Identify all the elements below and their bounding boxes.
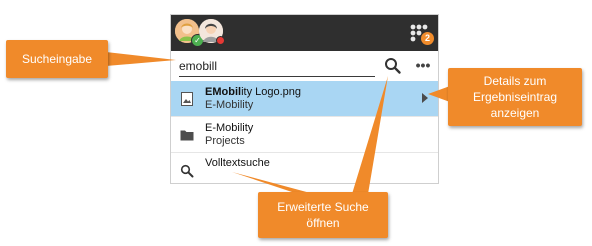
callout-pointer-fulltext bbox=[232, 172, 314, 194]
callout-advanced-line1: Erweiterte Suche bbox=[277, 200, 369, 214]
callout-advanced-search: Erweiterte Suche öffnen bbox=[258, 192, 388, 238]
callout-pointer-advanced bbox=[352, 76, 388, 194]
callout-details-line1: Details zum bbox=[483, 74, 547, 88]
callout-search-input: Sucheingabe bbox=[6, 40, 108, 78]
callout-details-line3: anzeigen bbox=[490, 106, 540, 120]
callout-search-input-text: Sucheingabe bbox=[21, 52, 93, 66]
callout-details-line2: Ergebniseintrag bbox=[472, 90, 558, 104]
callout-advanced-line2: öffnen bbox=[306, 216, 340, 230]
callout-details: Details zum Ergebniseintrag anzeigen bbox=[448, 68, 582, 126]
callout-pointer-search bbox=[106, 52, 176, 66]
callout-pointer-details bbox=[428, 86, 450, 102]
